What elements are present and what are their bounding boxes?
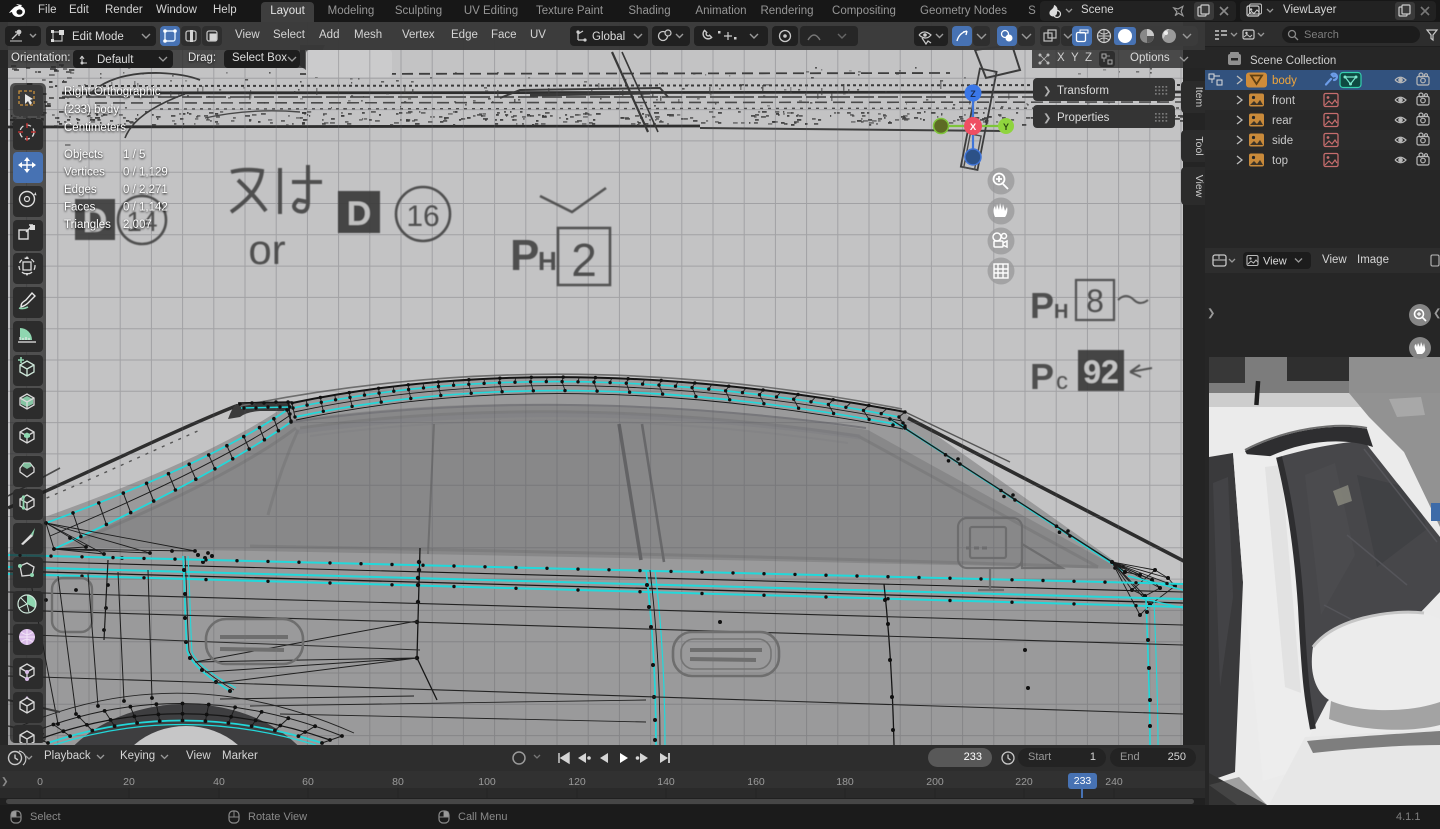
svg-text:rear: rear [1272, 115, 1293, 127]
svg-text:Y: Y [1003, 122, 1009, 132]
svg-text:16: 16 [406, 200, 439, 233]
svg-text:8: 8 [1086, 283, 1104, 319]
svg-text:180: 180 [836, 776, 854, 788]
svg-text:P: P [510, 231, 539, 280]
svg-text:60: 60 [302, 776, 314, 788]
svg-text:Edit Mode: Edit Mode [72, 31, 124, 43]
svg-text:100: 100 [478, 776, 496, 788]
svg-text:0: 0 [37, 776, 43, 788]
svg-text:c: c [1056, 368, 1068, 395]
svg-text:92: 92 [1083, 354, 1119, 390]
svg-text:2,007: 2,007 [123, 219, 152, 231]
svg-text:Edges: Edges [64, 184, 97, 196]
svg-text:or: or [248, 226, 285, 273]
svg-text:200: 200 [926, 776, 944, 788]
svg-text:Global: Global [592, 31, 625, 43]
svg-text:View: View [1263, 256, 1287, 268]
svg-text:20: 20 [123, 776, 135, 788]
svg-text:2: 2 [571, 234, 597, 286]
svg-text:Default: Default [97, 54, 134, 66]
svg-text:front: front [1272, 95, 1296, 107]
svg-text:top: top [1272, 155, 1288, 167]
svg-text:240: 240 [1105, 776, 1123, 788]
svg-text:body: body [1272, 75, 1297, 87]
svg-text:View: View [1193, 175, 1205, 198]
svg-text:Z: Z [970, 89, 976, 99]
svg-text:Vertices: Vertices [64, 167, 105, 179]
svg-text:Tool: Tool [1193, 136, 1205, 155]
svg-text:Centimeters: Centimeters [64, 122, 126, 134]
svg-text:Faces: Faces [64, 202, 96, 214]
svg-text:X: X [970, 122, 977, 133]
svg-text:(233) body: (233) body [64, 104, 119, 116]
svg-text:Right Orthographic: Right Orthographic [64, 86, 161, 98]
svg-text:Item: Item [1193, 87, 1205, 108]
svg-text:220: 220 [1015, 776, 1033, 788]
svg-text:Properties: Properties [1057, 112, 1110, 124]
svg-text:side: side [1272, 135, 1293, 147]
svg-text:❯: ❯ [1043, 86, 1051, 97]
svg-text:0 / 1,129: 0 / 1,129 [123, 167, 168, 179]
svg-text:Scene Collection: Scene Collection [1250, 55, 1336, 67]
svg-text:0 / 1,142: 0 / 1,142 [123, 202, 168, 214]
svg-text:80: 80 [392, 776, 404, 788]
svg-text:❯: ❯ [1043, 113, 1051, 124]
svg-text:40: 40 [213, 776, 225, 788]
svg-text:D: D [347, 195, 372, 233]
svg-text:H: H [1054, 301, 1068, 323]
svg-text:Transform: Transform [1057, 85, 1109, 97]
svg-text:0 / 2,271: 0 / 2,271 [123, 184, 168, 196]
svg-text:Objects: Objects [64, 149, 103, 161]
svg-text:P: P [1030, 285, 1054, 326]
svg-text:H: H [538, 246, 557, 276]
svg-text:Triangles: Triangles [64, 219, 111, 231]
svg-text:P: P [1030, 356, 1054, 397]
svg-text:Search: Search [1304, 29, 1339, 41]
svg-text:120: 120 [568, 776, 586, 788]
svg-text:160: 160 [747, 776, 765, 788]
svg-text:140: 140 [657, 776, 675, 788]
svg-text:1 / 5: 1 / 5 [123, 149, 145, 161]
